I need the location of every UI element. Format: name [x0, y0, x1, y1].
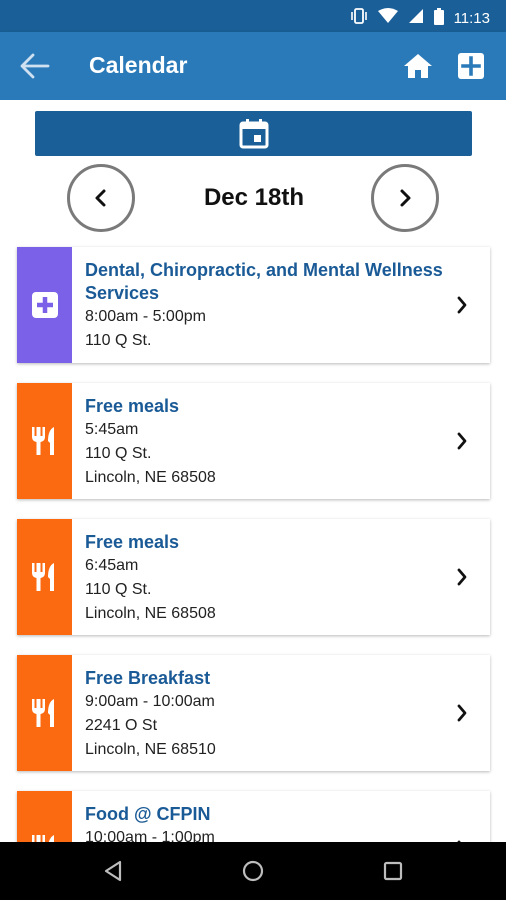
- page-title: Calendar: [89, 52, 188, 78]
- system-recents-button[interactable]: [378, 856, 408, 886]
- system-nav-bar: [0, 842, 506, 900]
- fork-knife-icon: [31, 563, 54, 591]
- vibrate-icon: [350, 7, 368, 30]
- plus-square-icon: [458, 53, 484, 79]
- home-circle-icon: [242, 860, 264, 882]
- chevron-right-icon: [456, 655, 468, 771]
- app-bar: Calendar: [0, 32, 506, 100]
- content-area: Dec 18th Dental, Chiropractic, and Menta…: [0, 100, 506, 842]
- event-time: 8:00am - 5:00pm: [85, 308, 206, 325]
- event-time: 6:45am: [85, 557, 139, 574]
- event-address: 110 Q St.: [85, 445, 152, 462]
- next-day-button[interactable]: [371, 164, 439, 232]
- fork-knife-icon: [31, 427, 54, 455]
- back-button[interactable]: [18, 50, 52, 82]
- status-bar: 11:13: [0, 0, 506, 32]
- event-details: Food @ CFPIN 10:00am - 1:00pm: [85, 803, 445, 842]
- event-address: 2241 O St: [85, 717, 158, 734]
- chevron-right-icon: [400, 189, 411, 207]
- event-address: 110 Q St.: [85, 581, 152, 598]
- event-title: Free Breakfast: [85, 668, 211, 688]
- system-home-button[interactable]: [238, 856, 268, 886]
- chevron-right-icon: [456, 247, 468, 363]
- event-title: Dental, Chiropractic, and Mental Wellnes…: [85, 260, 443, 303]
- event-category-strip: [17, 247, 72, 363]
- event-details: Free meals 6:45am 110 Q St. Lincoln, NE …: [85, 531, 445, 626]
- calendar-picker-button[interactable]: [35, 111, 472, 156]
- event-city: Lincoln, NE 68508: [85, 605, 216, 622]
- calendar-icon: [239, 118, 268, 148]
- chevron-left-icon: [95, 189, 106, 207]
- chevron-right-icon: [456, 383, 468, 499]
- chevron-right-icon: [456, 519, 468, 635]
- event-category-strip: [17, 791, 72, 842]
- event-time: 10:00am - 1:00pm: [85, 829, 215, 842]
- event-card[interactable]: Free meals 5:45am 110 Q St. Lincoln, NE …: [17, 383, 490, 499]
- event-title: Food @ CFPIN: [85, 804, 211, 824]
- add-event-button[interactable]: [455, 50, 487, 82]
- event-city: Lincoln, NE 68508: [85, 469, 216, 486]
- medical-plus-icon: [31, 292, 58, 318]
- signal-icon: [408, 8, 424, 29]
- event-category-strip: [17, 655, 72, 771]
- event-details: Free meals 5:45am 110 Q St. Lincoln, NE …: [85, 395, 445, 490]
- status-time: 11:13: [453, 10, 490, 27]
- fork-knife-icon: [31, 699, 54, 727]
- event-time: 5:45am: [85, 421, 139, 438]
- event-card[interactable]: Free meals 6:45am 110 Q St. Lincoln, NE …: [17, 519, 490, 635]
- event-card[interactable]: Food @ CFPIN 10:00am - 1:00pm: [17, 791, 490, 842]
- event-card[interactable]: Dental, Chiropractic, and Mental Wellnes…: [17, 247, 490, 363]
- event-card[interactable]: Free Breakfast 9:00am - 10:00am 2241 O S…: [17, 655, 490, 771]
- recents-square-icon: [383, 861, 403, 881]
- event-title: Free meals: [85, 532, 180, 552]
- system-back-button[interactable]: [98, 856, 128, 886]
- current-date: Dec 18th: [203, 184, 305, 211]
- status-icons: 11:13: [350, 7, 490, 30]
- arrow-left-icon: [20, 53, 50, 79]
- chevron-right-icon: [456, 791, 468, 842]
- home-button[interactable]: [402, 50, 434, 82]
- back-triangle-icon: [104, 860, 122, 882]
- event-time: 9:00am - 10:00am: [85, 693, 215, 710]
- event-category-strip: [17, 383, 72, 499]
- wifi-icon: [377, 8, 398, 29]
- event-address: 110 Q St.: [85, 332, 152, 349]
- previous-day-button[interactable]: [67, 164, 135, 232]
- event-details: Dental, Chiropractic, and Mental Wellnes…: [85, 259, 445, 353]
- event-category-strip: [17, 519, 72, 635]
- event-details: Free Breakfast 9:00am - 10:00am 2241 O S…: [85, 667, 445, 762]
- event-title: Free meals: [85, 396, 180, 416]
- battery-icon: [433, 7, 444, 30]
- home-icon: [404, 54, 432, 78]
- event-city: Lincoln, NE 68510: [85, 741, 216, 758]
- fork-knife-icon: [31, 835, 54, 842]
